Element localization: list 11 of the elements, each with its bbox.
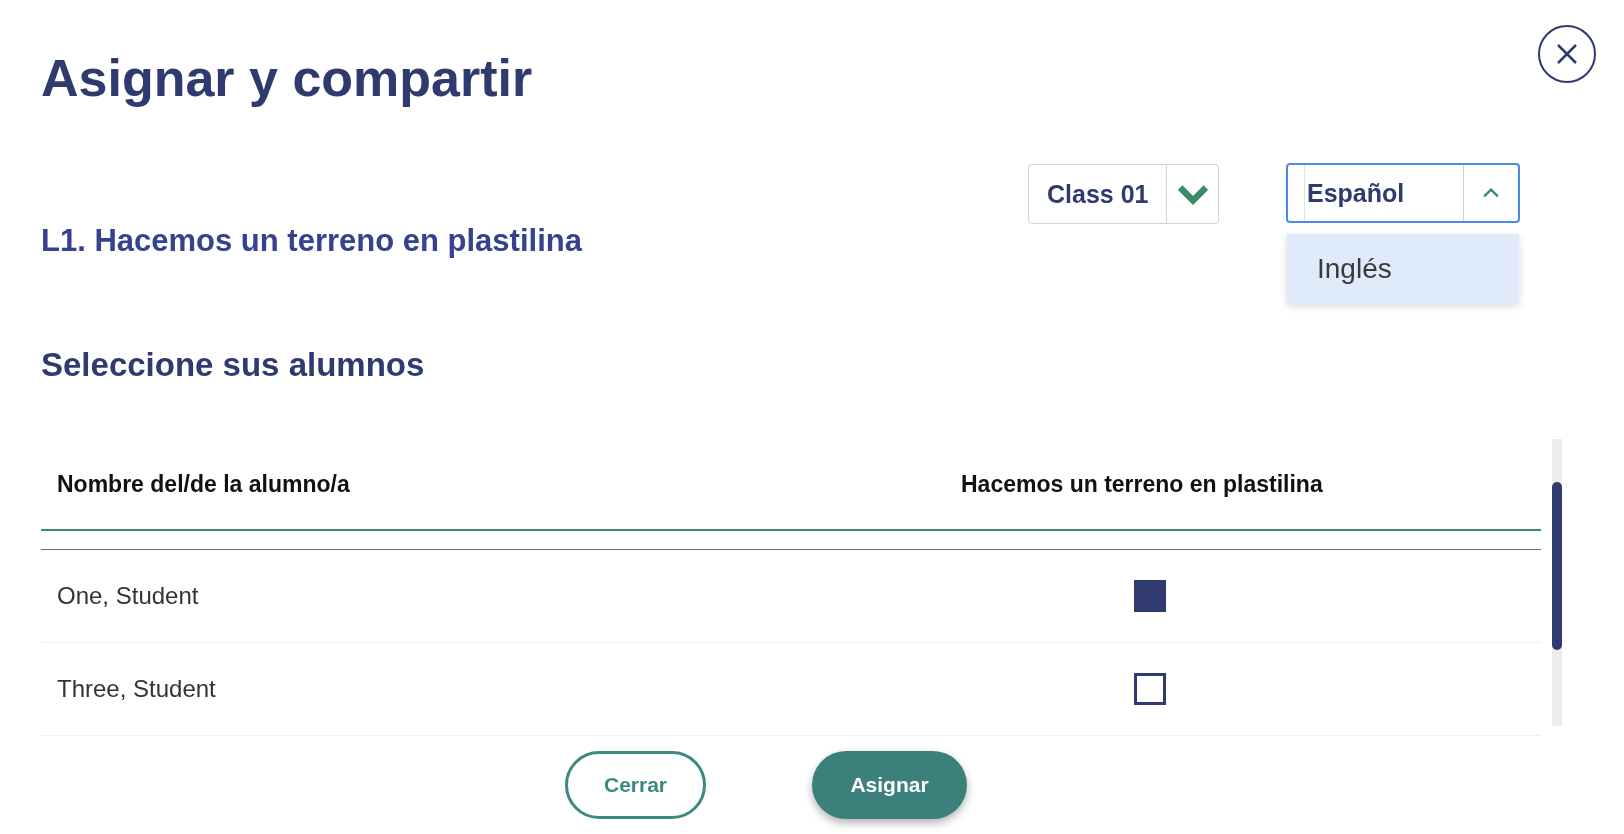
language-dropdown[interactable]: Español: [1286, 163, 1520, 223]
section-heading: Seleccione sus alumnos: [41, 345, 425, 385]
close-text-button[interactable]: Cerrar: [565, 751, 706, 819]
assign-button[interactable]: Asignar: [812, 751, 967, 819]
student-name: Three, Student: [57, 675, 216, 702]
column-header: Hacemos un terreno en plastilina: [961, 470, 1323, 498]
lesson-title: L1. Hacemos un terreno en plastilina: [41, 222, 582, 260]
dialog-title: Asignar y compartir: [41, 48, 533, 109]
column-header: Nombre del/de la alumno/a: [57, 470, 350, 497]
student-name: One, Student: [57, 582, 199, 609]
class-dropdown[interactable]: Class 01: [1028, 164, 1219, 224]
